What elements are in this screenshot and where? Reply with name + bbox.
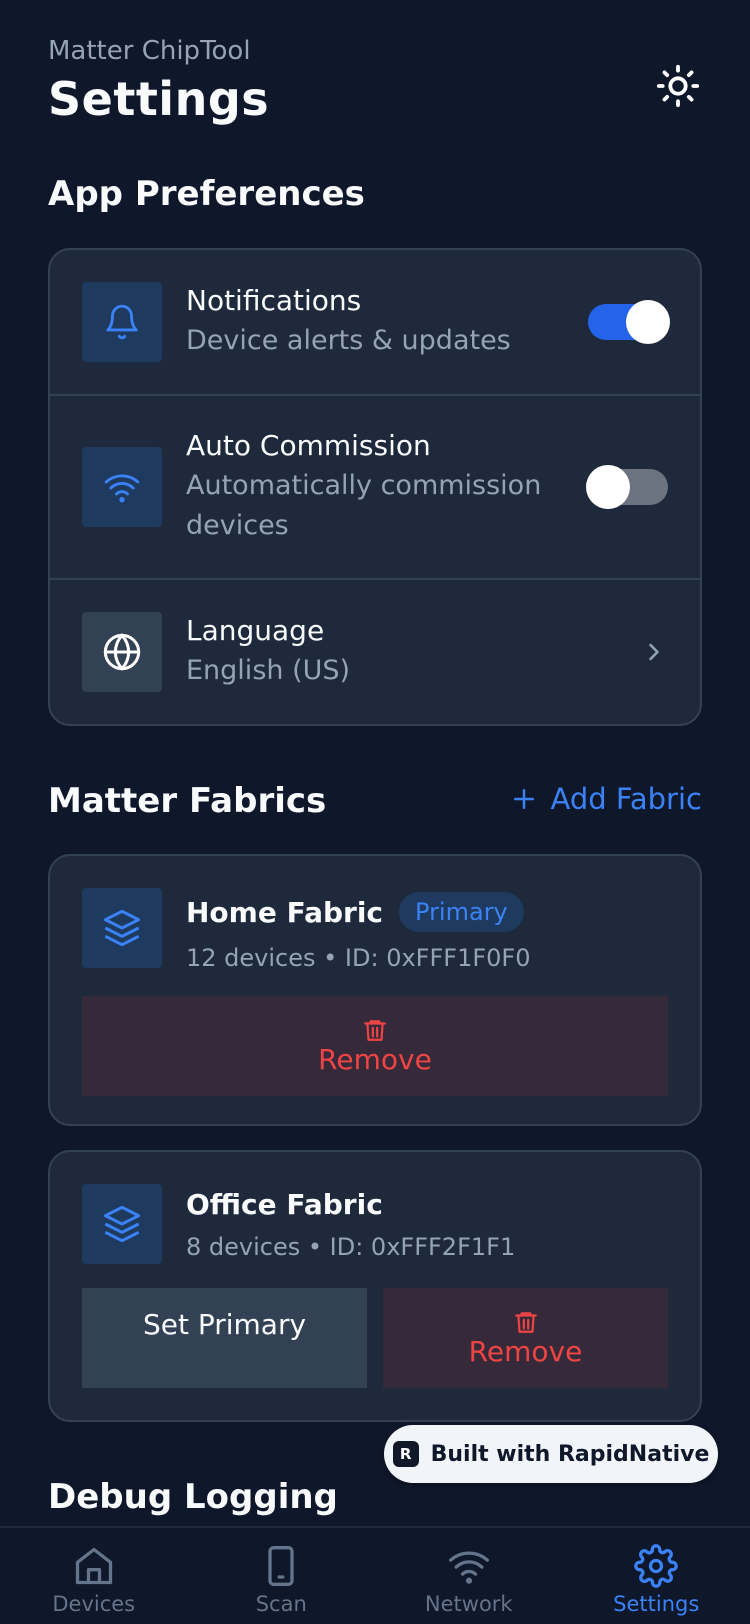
- page-header: Matter ChipTool Settings: [48, 36, 702, 136]
- tab-scan[interactable]: Scan: [188, 1528, 376, 1624]
- fabric-meta: 12 devices • ID: 0xFFF1F0F0: [186, 944, 531, 972]
- notifications-title: Notifications: [186, 283, 362, 317]
- gear-icon: [634, 1544, 679, 1588]
- layers-icon: [103, 1205, 141, 1243]
- wifi-icon: [104, 474, 140, 503]
- notifications-icon-box: [82, 282, 162, 362]
- section-title-debug-logging: Debug Logging: [48, 1477, 338, 1517]
- add-fabric-button[interactable]: Add Fabric: [509, 782, 703, 816]
- auto-commission-title: Auto Commission: [186, 428, 431, 462]
- section-title-app-preferences: App Preferences: [48, 174, 365, 214]
- pref-row-notifications: Notifications Device alerts & updates: [50, 250, 700, 396]
- theme-toggle-button[interactable]: [654, 62, 702, 110]
- built-with-rapidnative-badge[interactable]: R Built with RapidNative: [384, 1425, 718, 1483]
- fabric-icon-box: [82, 1184, 162, 1264]
- tab-network[interactable]: Network: [375, 1528, 563, 1624]
- plus-icon: [513, 789, 534, 809]
- language-icon-box: [82, 612, 162, 692]
- layers-icon: [103, 909, 141, 947]
- add-fabric-label: Add Fabric: [550, 782, 703, 816]
- tab-settings[interactable]: Settings: [563, 1528, 750, 1624]
- tab-label: Network: [424, 1592, 513, 1616]
- chevron-right-icon: [649, 643, 659, 661]
- fabric-name: Office Fabric: [186, 1188, 383, 1221]
- language-value: English (US): [186, 654, 351, 686]
- app-name: Matter ChipTool: [48, 36, 251, 66]
- rapidnative-label: Built with RapidNative: [430, 1441, 710, 1467]
- notifications-toggle[interactable]: [588, 300, 670, 344]
- wifi-icon: [448, 1551, 489, 1584]
- language-title: Language: [186, 613, 325, 647]
- page-title: Settings: [48, 72, 270, 126]
- bell-icon: [106, 304, 138, 340]
- toggle-knob: [626, 300, 670, 344]
- set-primary-button[interactable]: Set Primary: [82, 1288, 367, 1388]
- trash-icon: [514, 1311, 537, 1333]
- home-icon: [75, 1547, 112, 1585]
- remove-fabric-button[interactable]: Remove: [383, 1288, 668, 1388]
- fabric-icon-box: [82, 888, 162, 968]
- tab-devices[interactable]: Devices: [0, 1528, 188, 1624]
- remove-label: Remove: [318, 1042, 432, 1076]
- primary-badge: Primary: [399, 892, 524, 932]
- preferences-card: Notifications Device alerts & updates Au…: [48, 248, 702, 726]
- tab-label: Scan: [255, 1592, 307, 1616]
- globe-icon: [103, 633, 141, 671]
- fabric-name: Home Fabric: [186, 895, 384, 929]
- auto-commission-subtitle: Automatically commission devices: [186, 469, 542, 541]
- trash-icon: [364, 1019, 386, 1041]
- tab-label: Devices: [52, 1592, 136, 1616]
- remove-label: Remove: [468, 1334, 583, 1368]
- notifications-subtitle: Device alerts & updates: [186, 324, 511, 356]
- set-primary-label: Set Primary: [142, 1308, 307, 1341]
- toggle-knob: [586, 465, 630, 509]
- fabric-card-home: Home Fabric Primary 12 devices • ID: 0xF…: [48, 854, 702, 1126]
- pref-row-language[interactable]: Language English (US): [50, 580, 700, 724]
- section-title-matter-fabrics: Matter Fabrics: [48, 781, 327, 821]
- auto-commission-toggle[interactable]: [586, 465, 668, 509]
- rapidnative-logo-icon: R: [392, 1441, 419, 1467]
- sun-icon: [656, 64, 700, 108]
- pref-row-auto-commission: Auto Commission Automatically commission…: [50, 396, 700, 580]
- auto-commission-icon-box: [82, 447, 162, 527]
- remove-fabric-button[interactable]: Remove: [82, 996, 668, 1096]
- bottom-tab-bar: Devices Scan Network Settings: [0, 1526, 750, 1624]
- tab-label: Settings: [613, 1592, 700, 1616]
- fabric-card-office: Office Fabric 8 devices • ID: 0xFFF2F1F1…: [48, 1150, 702, 1422]
- phone-icon: [268, 1546, 294, 1586]
- fabric-meta: 8 devices • ID: 0xFFF2F1F1: [186, 1233, 516, 1261]
